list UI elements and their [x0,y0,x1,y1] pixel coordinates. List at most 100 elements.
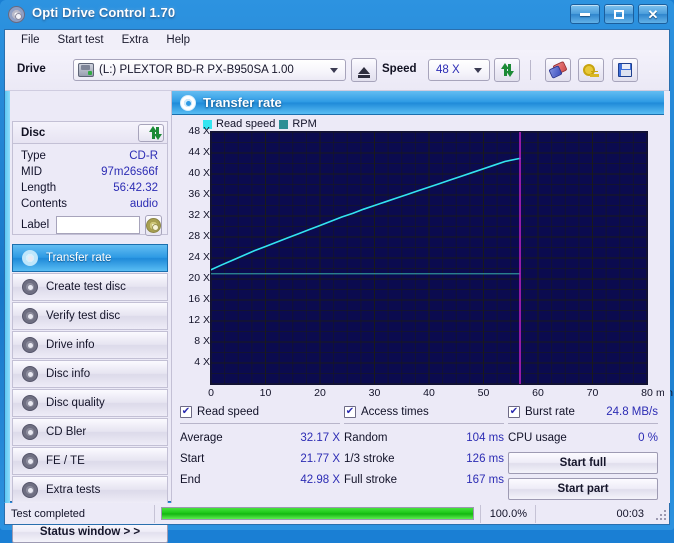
x-tick-label: 40 [423,387,435,399]
refresh-icon [148,126,163,140]
stats-column-read-speed: Read speed Average 32.17 X Start 21.77 X… [180,403,340,490]
resize-grip[interactable] [654,508,666,520]
divider [508,423,658,424]
disc-label-key: Label [21,219,50,231]
chart-area: 4 X 8 X 12 X 16 X 20 X 24 X 28 X 32 X 36 X 40 X 44… [172,125,673,401]
access-times-checkbox-row[interactable]: Access times [344,403,504,420]
sidebar-item-create-test-disc[interactable]: Create test disc [12,273,168,301]
y-tick-label: 20 X [188,272,210,284]
sidebar-item-label: Extra tests [46,484,101,496]
erase-button[interactable] [545,58,571,82]
speed-select[interactable]: 48 X [428,59,490,81]
sidebar-item-extra-tests[interactable]: Extra tests [12,476,168,504]
sidebar-item-label: Drive info [46,339,95,351]
stat-value: 104 ms [466,431,504,444]
keys-icon [583,63,599,77]
sidebar-item-label: FE / TE [46,455,85,467]
minimize-button[interactable] [570,4,600,24]
disc-label-browse-button[interactable] [145,214,163,236]
maximize-button[interactable] [604,4,634,24]
burst-rate-checkbox-row[interactable]: Burst rate 24.8 MB/s [508,403,658,420]
progress-bar [161,507,474,520]
stat-key: CPU usage [508,431,567,444]
maximize-icon [614,9,624,19]
chart-plot[interactable] [210,131,648,385]
sidebar-item-transfer-rate[interactable]: Transfer rate [12,244,168,272]
read-speed-checkbox-row[interactable]: Read speed [180,403,340,420]
x-tick-label: 20 [314,387,326,399]
status-message: Test completed [5,504,155,523]
status-bar: Test completed 100.0% 00:03 [4,503,670,525]
disc-panel-body: Type CD-R MID 97m26s66f Length 56:42.32 … [12,143,168,236]
toolbar-separator [530,60,531,80]
disc-panel-title: Disc [21,127,46,139]
menu-item-extra[interactable]: Extra [113,32,158,48]
progress-cell [155,505,480,523]
sidebar-item-disc-info[interactable]: Disc info [12,360,168,388]
disc-row-key: Contents [21,198,68,210]
disc-icon [22,423,39,441]
keys-button[interactable] [578,58,604,82]
read-speed-checkbox[interactable] [180,405,192,418]
y-tick-label: 28 X [188,230,210,242]
close-button[interactable]: ✕ [638,4,668,24]
disc-row-value: 97m26s66f [101,166,158,178]
x-tick-label: 50 [477,387,490,399]
disc-icon [22,365,39,383]
sidebar-item-disc-quality[interactable]: Disc quality [12,389,168,417]
window-title: Opti Drive Control 1.70 [32,5,176,20]
app-window: Opti Drive Control 1.70 ✕ File Start tes… [0,0,674,543]
y-tick-label: 12 X [188,314,210,326]
elapsed-time: 00:03 [616,507,644,520]
stat-row-average: Average 32.17 X [180,427,340,448]
stats-column-access-times: Access times Random 104 ms 1/3 stroke 12… [344,403,504,490]
drive-select[interactable]: (L:) PLEXTOR BD-R PX-B950SA 1.00 [73,59,346,81]
sidebar-item-verify-test-disc[interactable]: Verify test disc [12,302,168,330]
sidebar-item-label: Disc quality [46,397,105,409]
divider [344,423,504,424]
disc-icon [22,481,39,499]
disc-icon [22,394,39,412]
burst-rate-checkbox-label: Burst rate [525,405,575,418]
y-tick-label: 8 X [194,335,210,347]
floppy-save-icon [618,63,632,77]
access-times-checkbox[interactable] [344,405,356,418]
save-button[interactable] [612,58,638,82]
disc-row-value: 56:42.32 [113,182,158,194]
main-panel: Transfer rate Read speed RPM 4 X8 X 12 X1… [171,91,673,503]
stat-value: 32.17 X [300,431,340,444]
menu-item-help[interactable]: Help [157,32,199,48]
sidebar-item-label: Create test disc [46,281,126,293]
y-tick-label: 48 X [188,125,210,137]
burst-rate-value: 24.8 MB/s [606,405,658,418]
y-tick-label: 4 X [194,356,210,368]
sidebar-item-fe-te[interactable]: FE / TE [12,447,168,475]
sidebar-item-label: CD Bler [46,426,87,438]
speed-select-value: 48 X [436,64,460,76]
disc-label-input[interactable] [56,216,141,234]
disc-icon [22,307,39,325]
progress-percent: 100.0% [480,504,536,523]
start-part-button[interactable]: Start part [508,478,658,500]
cd-disc-icon [8,6,25,23]
y-tick-label: 24 X [188,251,210,263]
sidebar-item-cd-bler[interactable]: CD Bler [12,418,168,446]
burst-rate-checkbox[interactable] [508,405,520,418]
speed-label: Speed [382,63,417,75]
stat-value: 21.77 X [300,452,340,465]
disc-row-key: Length [21,182,57,194]
disc-row-key: MID [21,166,43,178]
disc-refresh-button[interactable] [138,124,164,142]
eject-button[interactable] [351,58,377,82]
stat-row-end: End 42.98 X [180,469,340,490]
menu-item-file[interactable]: File [12,32,49,48]
start-full-button[interactable]: Start full [508,452,658,474]
y-tick-label: 36 X [188,188,210,200]
menu-item-start-test[interactable]: Start test [49,32,113,48]
title-bar: Opti Drive Control 1.70 ✕ [0,0,674,29]
sidebar-item-label: Verify test disc [46,310,121,322]
stat-value: 0 % [638,431,658,444]
sidebar-item-drive-info[interactable]: Drive info [12,331,168,359]
disc-panel-header: Disc [12,121,168,144]
refresh-button[interactable] [494,58,520,82]
